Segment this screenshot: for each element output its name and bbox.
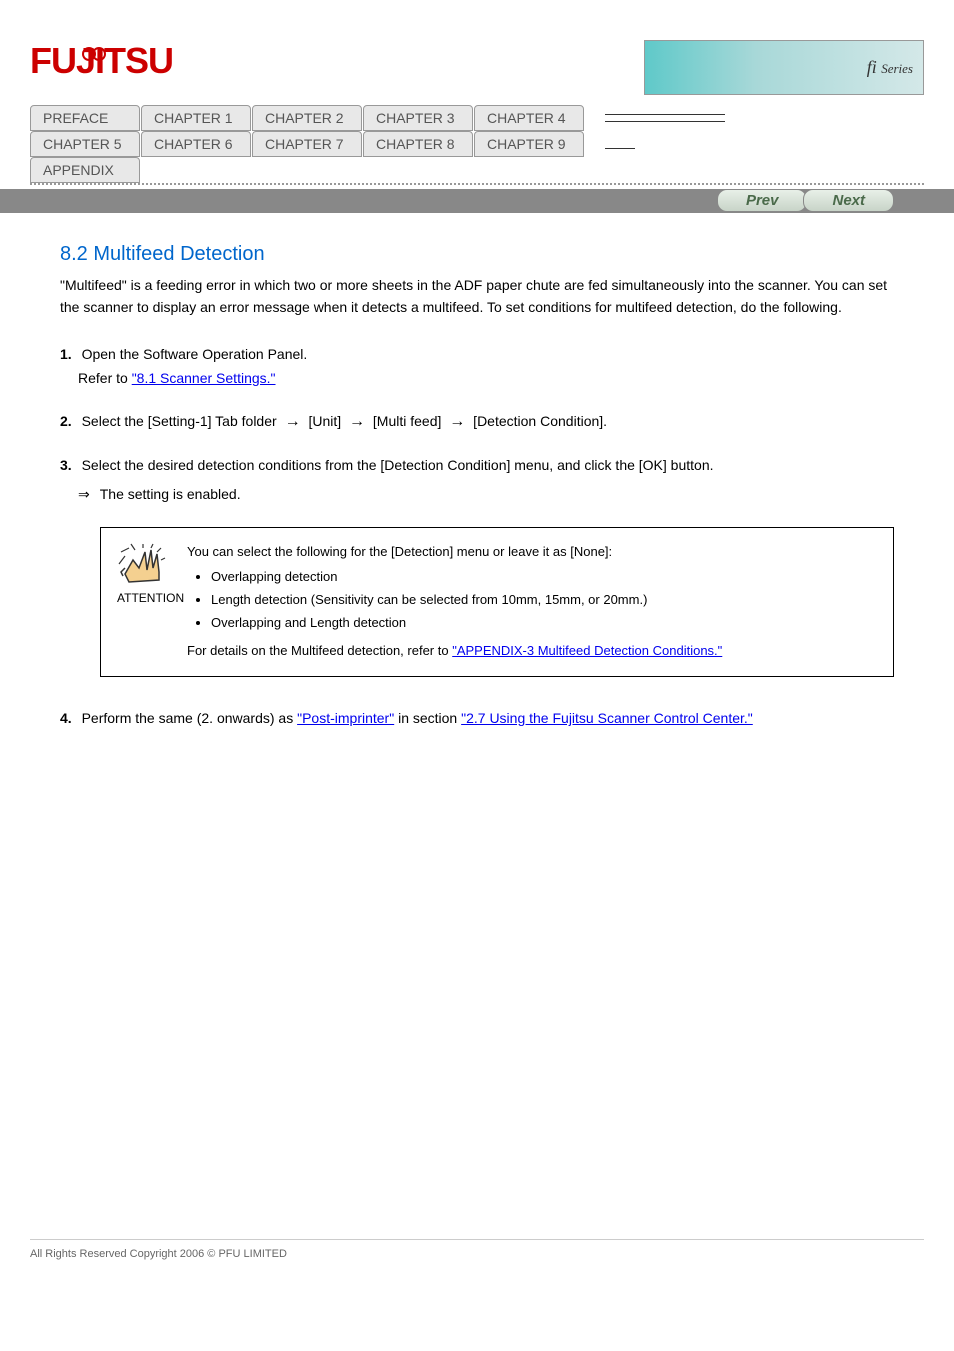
prev-button[interactable]: Prev	[717, 189, 808, 212]
attention-detail-prefix: For details on the Multifeed detection, …	[187, 643, 452, 658]
nav-underline	[605, 121, 725, 122]
tab-chapter-7[interactable]: CHAPTER 7	[252, 131, 362, 157]
arrow-icon: →	[349, 413, 365, 430]
attention-box: ATTENTION You can select the following f…	[100, 527, 894, 677]
step-number: 4.	[60, 710, 72, 726]
tab-preface[interactable]: PREFACE	[30, 105, 140, 131]
banner-series: Series	[881, 61, 913, 76]
step-text-part: [Multi feed]	[369, 413, 445, 429]
tab-chapter-6[interactable]: CHAPTER 6	[141, 131, 251, 157]
step-text-prefix: Perform the same (2. onwards) as	[82, 710, 298, 726]
step-text: Select the desired detection conditions …	[82, 457, 714, 473]
chapter-nav: PREFACE CHAPTER 1 CHAPTER 2 CHAPTER 3 CH…	[0, 105, 954, 183]
attention-item: Overlapping detection	[211, 567, 873, 588]
footer-copyright: All Rights Reserved Copyright 2006 © PFU…	[0, 1240, 954, 1300]
nav-underline	[605, 114, 725, 115]
result-marker-icon: ⇒	[78, 483, 90, 507]
nav-underline	[605, 148, 635, 149]
appendix-multifeed-link[interactable]: "APPENDIX-3 Multifeed Detection Conditio…	[452, 643, 722, 658]
section-intro: "Multifeed" is a feeding error in which …	[60, 274, 894, 319]
step-number: 3.	[60, 457, 72, 473]
tab-chapter-9[interactable]: CHAPTER 9	[474, 131, 584, 157]
tab-chapter-5[interactable]: CHAPTER 5	[30, 131, 140, 157]
step-text-part: [Detection Condition].	[469, 413, 607, 429]
toolbar: Prev Next	[0, 189, 954, 213]
step-text-part: Select the [Setting-1] Tab folder	[82, 413, 281, 429]
tab-chapter-1[interactable]: CHAPTER 1	[141, 105, 251, 131]
hand-icon	[117, 542, 167, 584]
result-text: The setting is enabled.	[100, 483, 241, 507]
tab-appendix[interactable]: APPENDIX	[30, 157, 140, 183]
banner-fi: fi	[867, 57, 877, 77]
step-number: 1.	[60, 346, 72, 362]
step-number: 2.	[60, 413, 72, 429]
post-imprinter-link[interactable]: "Post-imprinter"	[297, 710, 394, 726]
fujitsu-logo: FUJITSU	[30, 40, 173, 82]
section-heading: 8.2 Multifeed Detection	[60, 243, 894, 266]
divider	[30, 183, 924, 185]
tab-chapter-3[interactable]: CHAPTER 3	[363, 105, 473, 131]
next-button[interactable]: Next	[803, 189, 894, 212]
step-text-mid: in section	[394, 710, 461, 726]
step-text: Open the Software Operation Panel.	[82, 346, 308, 362]
arrow-icon: →	[449, 413, 465, 430]
tab-chapter-2[interactable]: CHAPTER 2	[252, 105, 362, 131]
tab-chapter-8[interactable]: CHAPTER 8	[363, 131, 473, 157]
banner-image: fi Series	[644, 40, 924, 95]
step-text-part: [Unit]	[305, 413, 345, 429]
tab-chapter-4[interactable]: CHAPTER 4	[474, 105, 584, 131]
attention-item: Length detection (Sensitivity can be sel…	[211, 590, 873, 611]
attention-item: Overlapping and Length detection	[211, 613, 873, 634]
scanner-control-center-link[interactable]: "2.7 Using the Fujitsu Scanner Control C…	[461, 710, 753, 726]
arrow-icon: →	[285, 413, 301, 430]
scanner-settings-link[interactable]: "8.1 Scanner Settings."	[132, 370, 276, 386]
attention-intro: You can select the following for the [De…	[187, 542, 873, 563]
step-ref-prefix: Refer to	[78, 370, 132, 386]
attention-label: ATTENTION	[117, 591, 167, 605]
